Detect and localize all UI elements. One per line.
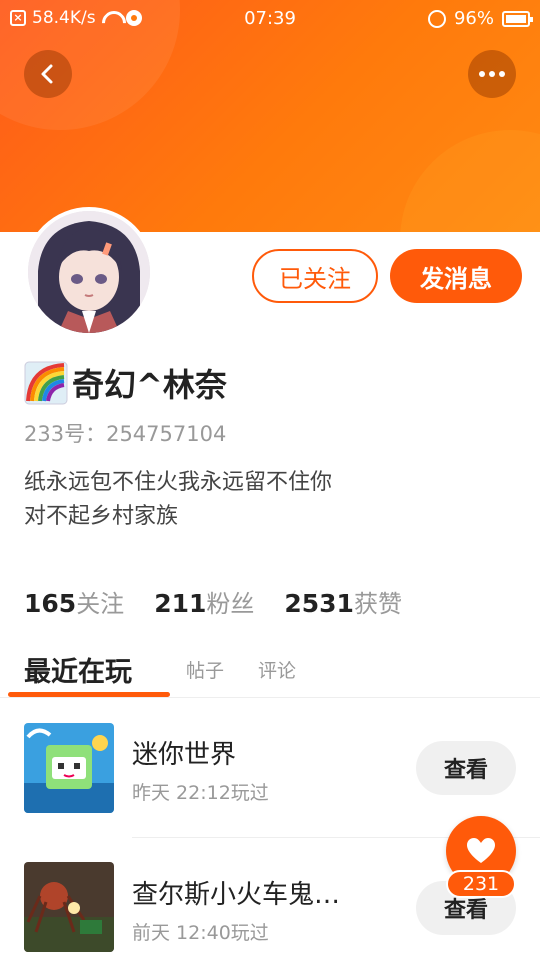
game-title: 查尔斯小火车鬼… — [132, 880, 341, 910]
bio-line: 对不起乡村家族 — [24, 504, 179, 529]
bio: 纸永远包不住火我永远留不住你 对不起乡村家族 — [24, 466, 332, 534]
user-id: 233号：254757104 — [24, 422, 227, 446]
game-last-played: 前天 12:40玩过 — [132, 922, 269, 944]
more-options-button[interactable] — [468, 50, 516, 98]
following-label: 关注 — [76, 590, 125, 618]
send-message-button[interactable]: 发消息 — [390, 249, 522, 303]
avatar[interactable] — [24, 207, 154, 337]
game-thumbnail — [24, 862, 114, 952]
followers-label: 粉丝 — [206, 590, 255, 618]
header-decoration — [400, 130, 540, 232]
heart-icon — [467, 838, 495, 863]
more-dots-icon — [479, 71, 485, 77]
chevron-left-icon — [41, 64, 53, 84]
tab-comments[interactable]: 评论 — [258, 640, 296, 698]
likes-count: 2531 — [284, 589, 354, 618]
username-row: 奇幻^林奈 — [24, 360, 227, 406]
status-bar: × 58.4K/s 07:39 96% — [0, 0, 540, 38]
rainbow-emoji-icon — [24, 361, 68, 405]
battery-percent: 96% — [453, 8, 494, 29]
active-tab-indicator — [8, 692, 170, 697]
following-stat[interactable]: 165关注 — [24, 584, 124, 619]
username: 奇幻^林奈 — [72, 366, 227, 404]
followers-stat[interactable]: 211粉丝 — [154, 584, 254, 619]
avatar-image — [28, 211, 150, 333]
following-count: 165 — [24, 589, 77, 618]
game-thumbnail — [24, 723, 114, 813]
like-count-badge: 231 — [446, 870, 516, 898]
profile-tabs: 最近在玩 帖子 评论 — [0, 640, 540, 698]
battery-icon — [502, 10, 533, 27]
bio-line: 纸永远包不住火我永远留不住你 — [24, 470, 333, 495]
game-last-played: 昨天 22:12玩过 — [132, 782, 269, 804]
alarm-icon — [427, 9, 446, 28]
tab-recently-played[interactable]: 最近在玩 — [24, 640, 132, 698]
back-button[interactable] — [24, 50, 72, 98]
game-title: 迷你世界 — [132, 740, 237, 770]
followers-count: 211 — [154, 589, 207, 618]
list-item[interactable]: 迷你世界 昨天 22:12玩过 查看 — [0, 708, 540, 838]
profile-stats: 165关注 211粉丝 2531获赞 — [24, 584, 432, 619]
likes-stat[interactable]: 2531获赞 — [284, 584, 402, 619]
likes-label: 获赞 — [353, 590, 402, 618]
view-game-button[interactable]: 查看 — [416, 741, 516, 795]
tab-posts[interactable]: 帖子 — [186, 640, 224, 698]
following-button[interactable]: 已关注 — [252, 249, 378, 303]
